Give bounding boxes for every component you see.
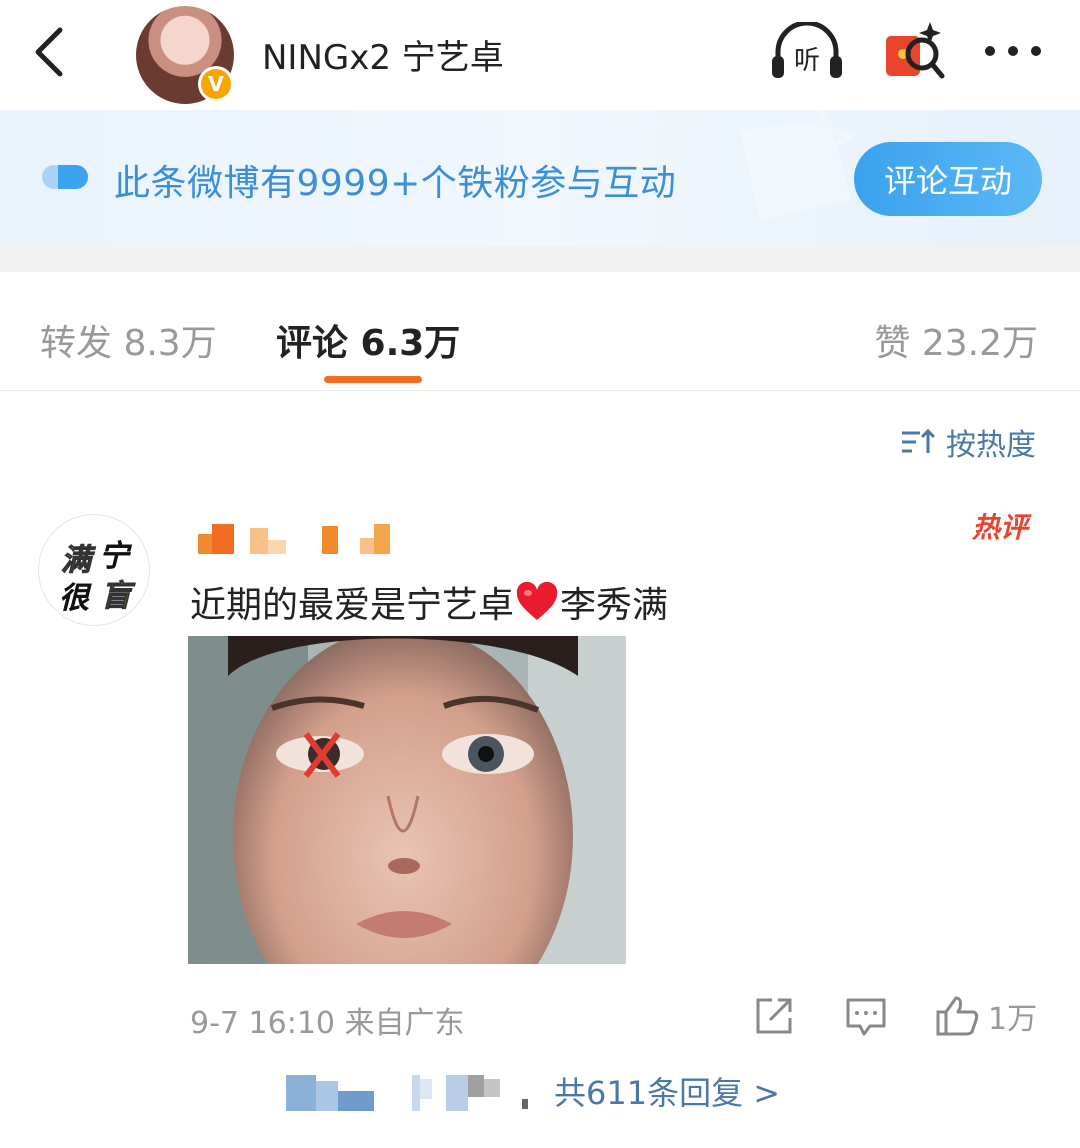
reply-names-blurred [286, 1075, 528, 1111]
red-packet-search-icon[interactable] [880, 18, 946, 84]
play-double-icon [42, 165, 88, 189]
fan-interaction-banner: 此条微博有9999+个铁粉参与互动 评论互动 [0, 110, 1080, 246]
banner-text: 此条微博有9999+个铁粉参与互动 [114, 163, 677, 204]
comment-text-part: 近期的最爱是宁艺卓 [190, 585, 515, 626]
comment-interact-button[interactable]: 评论互动 [854, 142, 1042, 216]
hot-comment-badge: 热评 [972, 511, 1029, 544]
tab-like[interactable]: 赞 23.2万 [874, 314, 1038, 366]
more-icon[interactable] [982, 40, 1044, 62]
back-arrow-icon[interactable] [28, 22, 78, 82]
like-count: 1万 [988, 1002, 1038, 1037]
top-bar: V NINGx2 宁艺卓 听 [0, 0, 1080, 110]
listen-icon[interactable]: 听 [770, 22, 844, 82]
reply-count-link[interactable]: 共611条回复 > [554, 1068, 780, 1114]
avatar-char: 盲 [101, 579, 132, 615]
thumbs-up-icon [936, 996, 979, 1036]
comment-text-part: 李秀满 [560, 585, 669, 626]
comment-icon[interactable] [844, 994, 888, 1038]
commenter-username-blurred[interactable] [194, 520, 394, 558]
sort-icon [902, 428, 936, 453]
heart-emoji-icon [516, 582, 558, 620]
comment-meta: 9-7 16:10 来自广东 [190, 1006, 465, 1041]
svg-text:听: 听 [794, 46, 820, 76]
active-tab-indicator [324, 376, 422, 383]
sort-label: 按热度 [946, 428, 1036, 463]
tab-repost[interactable]: 转发 8.3万 [40, 314, 217, 366]
comment-image-photo[interactable] [188, 636, 626, 964]
banner-decoration-icon [740, 110, 858, 220]
section-divider [0, 246, 1080, 272]
tab-comment[interactable]: 评论 6.3万 [276, 314, 460, 366]
like-button[interactable]: 1万 [934, 994, 1037, 1038]
avatar-char: 很 [59, 581, 89, 616]
comment-text: 近期的最爱是宁艺卓 李秀满 [190, 576, 668, 628]
verified-badge: V [198, 66, 234, 102]
commenter-avatar[interactable]: 满 宁 很 盲 [38, 514, 150, 626]
avatar-char: 宁 [99, 539, 129, 574]
sort-control[interactable]: 按热度 [900, 420, 1036, 464]
tab-bar: 转发 8.3万 评论 6.3万 赞 23.2万 [0, 272, 1080, 391]
share-icon[interactable] [752, 994, 796, 1038]
replies-row[interactable]: 共611条回复 > [286, 1068, 780, 1114]
author-name[interactable]: NINGx2 宁艺卓 [262, 30, 504, 79]
